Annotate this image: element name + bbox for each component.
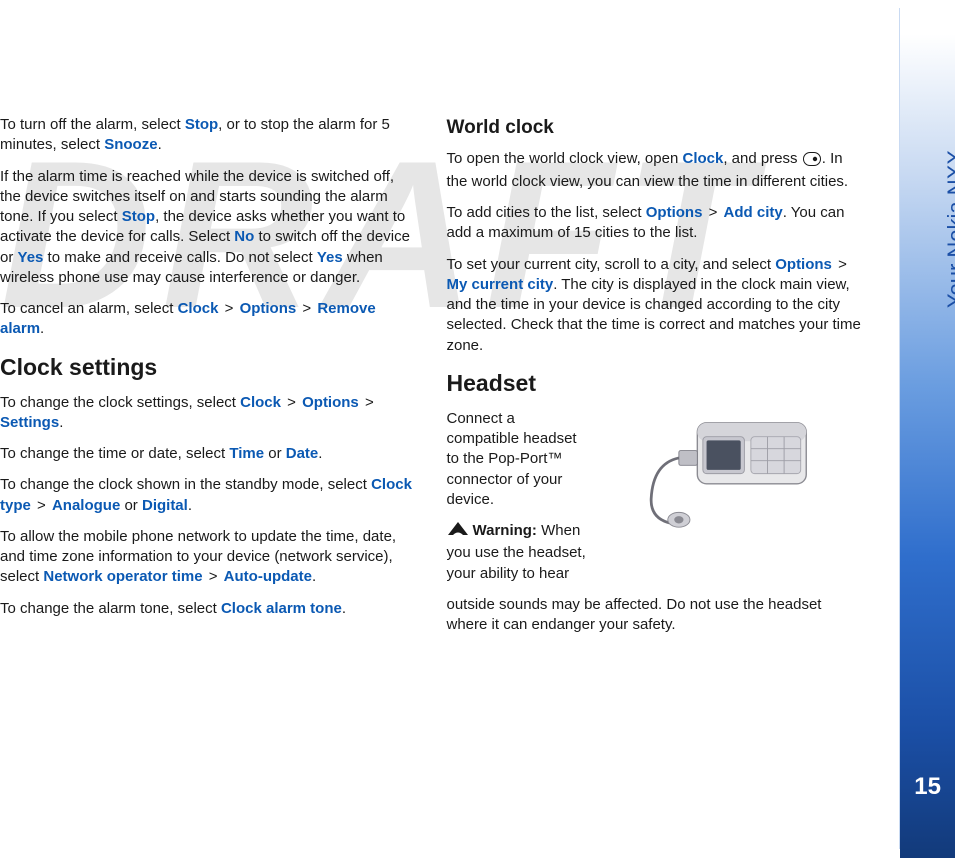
- ui-no: No: [234, 228, 254, 245]
- heading-world-clock: World clock: [447, 115, 866, 141]
- ui-clock: Clock: [178, 300, 219, 317]
- para-alarm-off: To turn off the alarm, select Stop, or t…: [0, 115, 419, 156]
- ui-options: Options: [775, 256, 832, 273]
- nav-right-key-icon: [803, 152, 821, 172]
- warning-icon: [447, 521, 469, 543]
- heading-clock-settings: Clock settings: [0, 352, 419, 383]
- para-change-time-date: To change the time or date, select Time …: [0, 444, 419, 464]
- ui-snooze: Snooze: [104, 136, 157, 153]
- para-cancel-alarm: To cancel an alarm, select Clock > Optio…: [0, 299, 419, 340]
- ui-yes: Yes: [18, 249, 44, 266]
- ui-network-operator-time: Network operator time: [43, 568, 202, 585]
- ui-stop: Stop: [185, 116, 218, 133]
- ui-options: Options: [302, 394, 359, 411]
- headset-illustration: [603, 409, 866, 529]
- warning-label: Warning:: [473, 522, 537, 539]
- ui-my-current-city: My current city: [447, 276, 554, 293]
- ui-time: Time: [229, 445, 264, 462]
- para-current-city: To set your current city, scroll to a ci…: [447, 255, 866, 356]
- ui-clock-alarm-tone: Clock alarm tone: [221, 600, 342, 617]
- para-alarm-tone: To change the alarm tone, select Clock a…: [0, 599, 419, 619]
- ui-clock: Clock: [240, 394, 281, 411]
- para-device-off: If the alarm time is reached while the d…: [0, 167, 419, 289]
- para-clock-type: To change the clock shown in the standby…: [0, 475, 419, 516]
- ui-options: Options: [646, 204, 703, 221]
- ui-settings: Settings: [0, 414, 59, 431]
- ui-add-city: Add city: [724, 204, 783, 221]
- heading-headset: Headset: [447, 368, 866, 399]
- right-column: World clock To open the world clock view…: [447, 115, 866, 646]
- page-border-line: [899, 8, 900, 849]
- para-headset-connect: Connect a compatible headset to the Pop-…: [447, 409, 589, 510]
- ui-stop: Stop: [122, 208, 155, 225]
- ui-clock: Clock: [682, 150, 723, 167]
- left-column: To turn off the alarm, select Stop, or t…: [0, 115, 419, 646]
- section-label: Your Nokia NXX: [941, 150, 955, 308]
- para-warning-inline: Warning: When you use the headset, your …: [447, 521, 589, 584]
- ui-analogue: Analogue: [52, 497, 120, 514]
- para-network-time: To allow the mobile phone network to upd…: [0, 527, 419, 588]
- para-add-city: To add cities to the list, select Option…: [447, 203, 866, 244]
- ui-yes: Yes: [317, 249, 343, 266]
- para-change-settings: To change the clock settings, select Clo…: [0, 393, 419, 434]
- page-number: 15: [914, 771, 941, 803]
- ui-digital: Digital: [142, 497, 188, 514]
- ui-date: Date: [286, 445, 319, 462]
- page-edge-gradient: [900, 0, 955, 858]
- para-warning-cont: outside sounds may be affected. Do not u…: [447, 595, 866, 636]
- ui-options: Options: [240, 300, 297, 317]
- ui-auto-update: Auto-update: [224, 568, 312, 585]
- para-open-world-clock: To open the world clock view, open Clock…: [447, 149, 866, 193]
